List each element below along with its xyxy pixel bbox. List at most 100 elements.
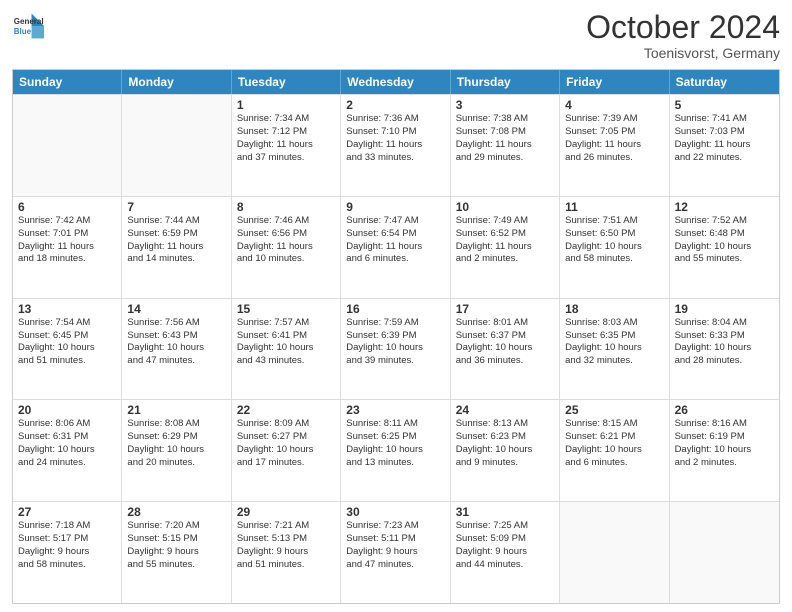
calendar-cell: 28Sunrise: 7:20 AM Sunset: 5:15 PM Dayli… [122, 502, 231, 603]
title-block: October 2024 Toenisvorst, Germany [586, 10, 780, 61]
day-info: Sunrise: 7:54 AM Sunset: 6:45 PM Dayligh… [18, 317, 116, 368]
day-info: Sunrise: 7:38 AM Sunset: 7:08 PM Dayligh… [456, 113, 554, 164]
day-info: Sunrise: 7:56 AM Sunset: 6:43 PM Dayligh… [127, 317, 225, 368]
calendar-cell: 5Sunrise: 7:41 AM Sunset: 7:03 PM Daylig… [670, 95, 779, 196]
calendar-cell: 1Sunrise: 7:34 AM Sunset: 7:12 PM Daylig… [232, 95, 341, 196]
calendar-cell: 9Sunrise: 7:47 AM Sunset: 6:54 PM Daylig… [341, 197, 450, 298]
day-number: 9 [346, 200, 444, 214]
calendar-cell [670, 502, 779, 603]
day-info: Sunrise: 7:41 AM Sunset: 7:03 PM Dayligh… [675, 113, 774, 164]
day-number: 13 [18, 302, 116, 316]
day-number: 20 [18, 403, 116, 417]
calendar: SundayMondayTuesdayWednesdayThursdayFrid… [12, 69, 780, 604]
weekday-header: Monday [122, 70, 231, 94]
calendar-cell: 13Sunrise: 7:54 AM Sunset: 6:45 PM Dayli… [13, 299, 122, 400]
day-number: 15 [237, 302, 335, 316]
day-number: 1 [237, 98, 335, 112]
calendar-body: 1Sunrise: 7:34 AM Sunset: 7:12 PM Daylig… [13, 94, 779, 603]
calendar-cell: 17Sunrise: 8:01 AM Sunset: 6:37 PM Dayli… [451, 299, 560, 400]
month-title: October 2024 [586, 10, 780, 45]
calendar-cell: 30Sunrise: 7:23 AM Sunset: 5:11 PM Dayli… [341, 502, 450, 603]
day-info: Sunrise: 7:34 AM Sunset: 7:12 PM Dayligh… [237, 113, 335, 164]
calendar-cell: 10Sunrise: 7:49 AM Sunset: 6:52 PM Dayli… [451, 197, 560, 298]
calendar-row: 1Sunrise: 7:34 AM Sunset: 7:12 PM Daylig… [13, 94, 779, 196]
svg-text:General: General [14, 17, 44, 26]
day-number: 26 [675, 403, 774, 417]
day-number: 3 [456, 98, 554, 112]
location: Toenisvorst, Germany [586, 45, 780, 61]
day-number: 29 [237, 505, 335, 519]
day-number: 28 [127, 505, 225, 519]
day-number: 23 [346, 403, 444, 417]
calendar-cell: 23Sunrise: 8:11 AM Sunset: 6:25 PM Dayli… [341, 400, 450, 501]
calendar-cell: 27Sunrise: 7:18 AM Sunset: 5:17 PM Dayli… [13, 502, 122, 603]
calendar-cell: 22Sunrise: 8:09 AM Sunset: 6:27 PM Dayli… [232, 400, 341, 501]
day-number: 14 [127, 302, 225, 316]
day-number: 5 [675, 98, 774, 112]
day-number: 4 [565, 98, 663, 112]
weekday-header: Friday [560, 70, 669, 94]
day-info: Sunrise: 7:47 AM Sunset: 6:54 PM Dayligh… [346, 215, 444, 266]
day-number: 27 [18, 505, 116, 519]
day-info: Sunrise: 8:06 AM Sunset: 6:31 PM Dayligh… [18, 418, 116, 469]
day-number: 30 [346, 505, 444, 519]
day-number: 8 [237, 200, 335, 214]
logo: General Blue [12, 10, 44, 42]
day-info: Sunrise: 8:03 AM Sunset: 6:35 PM Dayligh… [565, 317, 663, 368]
day-info: Sunrise: 7:18 AM Sunset: 5:17 PM Dayligh… [18, 520, 116, 571]
day-info: Sunrise: 7:36 AM Sunset: 7:10 PM Dayligh… [346, 113, 444, 164]
calendar-cell: 25Sunrise: 8:15 AM Sunset: 6:21 PM Dayli… [560, 400, 669, 501]
day-info: Sunrise: 7:42 AM Sunset: 7:01 PM Dayligh… [18, 215, 116, 266]
calendar-cell: 24Sunrise: 8:13 AM Sunset: 6:23 PM Dayli… [451, 400, 560, 501]
calendar-cell: 21Sunrise: 8:08 AM Sunset: 6:29 PM Dayli… [122, 400, 231, 501]
calendar-cell: 7Sunrise: 7:44 AM Sunset: 6:59 PM Daylig… [122, 197, 231, 298]
weekday-header: Saturday [670, 70, 779, 94]
svg-text:Blue: Blue [14, 27, 32, 36]
day-number: 19 [675, 302, 774, 316]
day-info: Sunrise: 8:13 AM Sunset: 6:23 PM Dayligh… [456, 418, 554, 469]
calendar-cell: 31Sunrise: 7:25 AM Sunset: 5:09 PM Dayli… [451, 502, 560, 603]
calendar-cell: 20Sunrise: 8:06 AM Sunset: 6:31 PM Dayli… [13, 400, 122, 501]
day-info: Sunrise: 7:51 AM Sunset: 6:50 PM Dayligh… [565, 215, 663, 266]
day-info: Sunrise: 7:21 AM Sunset: 5:13 PM Dayligh… [237, 520, 335, 571]
day-number: 17 [456, 302, 554, 316]
page: General Blue October 2024 Toenisvorst, G… [0, 0, 792, 612]
day-info: Sunrise: 8:04 AM Sunset: 6:33 PM Dayligh… [675, 317, 774, 368]
calendar-cell: 11Sunrise: 7:51 AM Sunset: 6:50 PM Dayli… [560, 197, 669, 298]
weekday-header: Tuesday [232, 70, 341, 94]
calendar-cell: 29Sunrise: 7:21 AM Sunset: 5:13 PM Dayli… [232, 502, 341, 603]
day-info: Sunrise: 7:44 AM Sunset: 6:59 PM Dayligh… [127, 215, 225, 266]
calendar-cell: 15Sunrise: 7:57 AM Sunset: 6:41 PM Dayli… [232, 299, 341, 400]
day-info: Sunrise: 7:20 AM Sunset: 5:15 PM Dayligh… [127, 520, 225, 571]
day-info: Sunrise: 7:59 AM Sunset: 6:39 PM Dayligh… [346, 317, 444, 368]
calendar-cell: 18Sunrise: 8:03 AM Sunset: 6:35 PM Dayli… [560, 299, 669, 400]
day-number: 16 [346, 302, 444, 316]
calendar-cell: 16Sunrise: 7:59 AM Sunset: 6:39 PM Dayli… [341, 299, 450, 400]
calendar-cell: 2Sunrise: 7:36 AM Sunset: 7:10 PM Daylig… [341, 95, 450, 196]
day-info: Sunrise: 8:16 AM Sunset: 6:19 PM Dayligh… [675, 418, 774, 469]
day-info: Sunrise: 7:57 AM Sunset: 6:41 PM Dayligh… [237, 317, 335, 368]
calendar-row: 20Sunrise: 8:06 AM Sunset: 6:31 PM Dayli… [13, 399, 779, 501]
day-info: Sunrise: 7:25 AM Sunset: 5:09 PM Dayligh… [456, 520, 554, 571]
day-info: Sunrise: 7:46 AM Sunset: 6:56 PM Dayligh… [237, 215, 335, 266]
weekday-header: Wednesday [341, 70, 450, 94]
calendar-cell [560, 502, 669, 603]
calendar-cell [13, 95, 122, 196]
day-number: 2 [346, 98, 444, 112]
calendar-cell: 19Sunrise: 8:04 AM Sunset: 6:33 PM Dayli… [670, 299, 779, 400]
calendar-cell: 14Sunrise: 7:56 AM Sunset: 6:43 PM Dayli… [122, 299, 231, 400]
calendar-header: SundayMondayTuesdayWednesdayThursdayFrid… [13, 70, 779, 94]
calendar-cell: 12Sunrise: 7:52 AM Sunset: 6:48 PM Dayli… [670, 197, 779, 298]
calendar-row: 6Sunrise: 7:42 AM Sunset: 7:01 PM Daylig… [13, 196, 779, 298]
day-info: Sunrise: 7:23 AM Sunset: 5:11 PM Dayligh… [346, 520, 444, 571]
weekday-header: Thursday [451, 70, 560, 94]
day-info: Sunrise: 7:52 AM Sunset: 6:48 PM Dayligh… [675, 215, 774, 266]
weekday-header: Sunday [13, 70, 122, 94]
day-number: 6 [18, 200, 116, 214]
day-number: 24 [456, 403, 554, 417]
calendar-row: 27Sunrise: 7:18 AM Sunset: 5:17 PM Dayli… [13, 501, 779, 603]
day-number: 18 [565, 302, 663, 316]
day-info: Sunrise: 8:11 AM Sunset: 6:25 PM Dayligh… [346, 418, 444, 469]
day-info: Sunrise: 7:39 AM Sunset: 7:05 PM Dayligh… [565, 113, 663, 164]
header: General Blue October 2024 Toenisvorst, G… [12, 10, 780, 61]
